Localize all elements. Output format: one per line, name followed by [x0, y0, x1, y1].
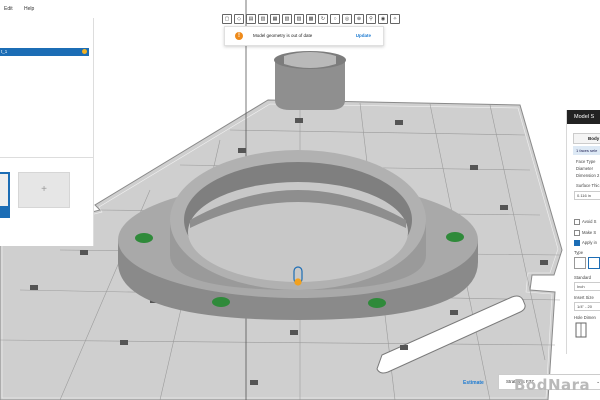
- plus-icon: +: [41, 184, 47, 195]
- handle-dot[interactable]: [294, 278, 302, 286]
- globe-icon[interactable]: ○: [330, 14, 340, 24]
- selected-tree-item[interactable]: t_1: [0, 48, 89, 56]
- type-insert-icon[interactable]: [574, 257, 586, 269]
- hole-dims-icon: [575, 322, 587, 338]
- stack-icon[interactable]: ▤: [246, 14, 256, 24]
- type-label: Type: [574, 250, 584, 255]
- target-icon[interactable]: ◎: [342, 14, 352, 24]
- add-item-button[interactable]: +: [18, 172, 70, 208]
- cube-icon[interactable]: ◇: [234, 14, 244, 24]
- status-dot-icon: [82, 49, 87, 54]
- apply-label: Apply in: [582, 240, 597, 245]
- frame-icon[interactable]: ▦: [270, 14, 280, 24]
- sheet-icon[interactable]: ▧: [282, 14, 292, 24]
- tree-item-label: t_1: [1, 49, 8, 54]
- watermark: BodNara: [514, 376, 591, 394]
- standard-select[interactable]: Inch: [574, 282, 600, 291]
- insert-hole[interactable]: [368, 298, 386, 308]
- menu-help[interactable]: Help: [24, 6, 34, 12]
- boss-part: [274, 51, 346, 110]
- zoom-icon[interactable]: ⊕: [354, 14, 364, 24]
- search-icon[interactable]: ⚲: [366, 14, 376, 24]
- menu-bar: Edit Help: [0, 6, 40, 18]
- estimate-button[interactable]: Estimate: [463, 380, 484, 386]
- hole-dims-label: Hole Dimen: [574, 315, 596, 320]
- dimension-label: Dimension 2: [576, 173, 600, 178]
- insert-hole[interactable]: [135, 233, 153, 243]
- fit-icon[interactable]: ▨: [294, 14, 304, 24]
- selected-thumbnail[interactable]: [0, 172, 10, 218]
- update-button[interactable]: Update: [356, 33, 371, 38]
- rotate-icon[interactable]: ↻: [318, 14, 328, 24]
- surface-input[interactable]: 0.116 in: [574, 191, 600, 200]
- geometry-warning-banner: ! Model geometry is out of date Update: [224, 26, 384, 46]
- warning-message: Model geometry is out of date: [253, 33, 313, 38]
- type-heatset-icon[interactable]: [588, 257, 600, 269]
- insert-size-label: Insert Size: [574, 295, 594, 300]
- diameter-label: Diameter: [576, 166, 593, 171]
- apply-checkbox[interactable]: [574, 240, 580, 246]
- view-icon[interactable]: ▩: [306, 14, 316, 24]
- panel-title: Model S: [567, 110, 600, 124]
- panel-divider: [0, 157, 93, 158]
- avoid-label: Avoid S: [582, 219, 597, 224]
- menu-edit[interactable]: Edit: [4, 6, 13, 12]
- insert-hole[interactable]: [446, 232, 464, 242]
- box-icon[interactable]: ▢: [222, 14, 232, 24]
- body-tab[interactable]: Body: [573, 133, 600, 144]
- avoid-checkbox[interactable]: [574, 219, 580, 225]
- eye-icon[interactable]: ◉: [378, 14, 388, 24]
- layers-icon[interactable]: ▥: [258, 14, 268, 24]
- insert-hole[interactable]: [212, 297, 230, 307]
- warning-icon: !: [235, 32, 243, 40]
- make-checkbox[interactable]: [574, 230, 580, 236]
- make-label: Make S: [582, 230, 597, 235]
- insert-size-select[interactable]: 1/4" - 20: [574, 302, 600, 311]
- surface-label: Surface Thic: [576, 183, 600, 188]
- left-panel: t_1 +: [0, 18, 94, 246]
- faces-selected-chip[interactable]: 1 faces sele: [573, 146, 600, 155]
- chevron-down-icon: ⌄: [596, 379, 600, 384]
- standard-label: Standard: [574, 275, 591, 280]
- model-settings-panel: Model S Body 1 faces sele Face Type Diam…: [566, 110, 600, 354]
- face-type-label: Face Type: [576, 159, 596, 164]
- magic-icon[interactable]: ✧: [390, 14, 400, 24]
